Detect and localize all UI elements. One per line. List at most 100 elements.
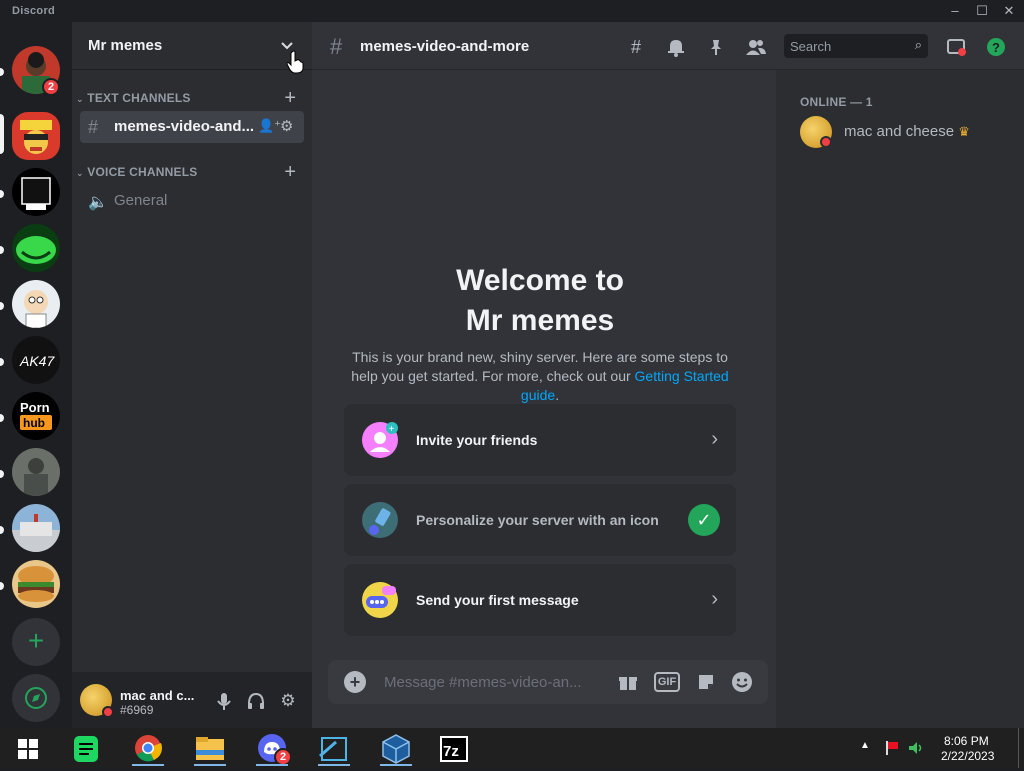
headphones-icon[interactable] [245, 690, 267, 712]
dnd-status-icon [820, 136, 832, 148]
member-name: mac and cheese [844, 123, 955, 140]
windows-start-icon[interactable] [8, 732, 48, 766]
chat-area: Welcome to Mr memes This is your brand n… [312, 22, 776, 728]
chevron-down-icon: ⌄ [76, 94, 84, 104]
unread-indicator [0, 302, 4, 310]
channel-memes-video-and-more[interactable]: # memes-video-and... 👤⁺ ⚙ [80, 111, 304, 143]
volume-icon[interactable] [907, 740, 925, 759]
create-channel-button[interactable]: + [284, 88, 296, 108]
show-hidden-icons-icon[interactable]: ▲ [860, 740, 870, 751]
unread-indicator [0, 582, 4, 590]
message-bubble-icon [362, 582, 398, 618]
speaker-icon: 🔈 [88, 194, 108, 211]
checkmark-icon: ✓ [688, 504, 720, 536]
user-panel: mac and c... #6969 ⚙ [72, 672, 312, 728]
active-server-indicator [0, 114, 4, 154]
user-settings-gear-icon[interactable]: ⚙ [277, 690, 299, 712]
channel-general[interactable]: 🔈 General [80, 185, 304, 217]
unread-indicator [0, 246, 4, 254]
user-tag: #6969 [120, 703, 154, 717]
gift-icon[interactable] [616, 670, 640, 694]
server-header[interactable]: Mr memes [72, 22, 312, 70]
docs-app-icon[interactable] [66, 732, 106, 766]
server-name: Mr memes [88, 37, 163, 54]
create-channel-button[interactable]: + [284, 162, 296, 182]
card-label: Personalize your server with an icon [416, 512, 659, 528]
hash-icon: # [330, 34, 343, 59]
channel-label: memes-video-and... [114, 118, 255, 135]
unread-indicator [0, 414, 4, 422]
microphone-icon[interactable] [213, 690, 235, 712]
remote-app-icon[interactable] [314, 732, 354, 766]
member-list-icon[interactable] [744, 35, 768, 59]
server-icon-9[interactable] [12, 504, 60, 552]
online-header: ONLINE — 1 [800, 95, 873, 109]
show-desktop-button[interactable] [1018, 728, 1024, 768]
upload-plus-icon[interactable]: + [344, 671, 366, 693]
server-icon-10[interactable] [12, 560, 60, 608]
send-first-message-card[interactable]: Send your first message › [344, 564, 736, 636]
svg-text:?: ? [992, 40, 1000, 55]
category-label: VOICE CHANNELS [87, 165, 198, 179]
explore-servers-icon[interactable] [12, 674, 60, 722]
chevron-down-icon: ⌄ [76, 168, 84, 178]
maximize-button[interactable]: ☐ [971, 2, 993, 20]
inbox-icon[interactable] [944, 35, 968, 59]
unread-indicator [0, 470, 4, 478]
svg-text:Porn: Porn [20, 400, 50, 415]
unread-indicator [0, 190, 4, 198]
flag-icon[interactable] [884, 740, 900, 759]
personalize-server-card[interactable]: Personalize your server with an icon ✓ [344, 484, 736, 556]
7zip-icon[interactable]: 7z [434, 732, 474, 766]
server-icon-7[interactable]: Porn hub [12, 392, 60, 440]
unread-indicator [0, 526, 4, 534]
channel-label: General [114, 192, 168, 209]
voice-channels-category[interactable]: ⌄ VOICE CHANNELS [76, 165, 197, 179]
member-item[interactable]: mac and cheese ♛ [844, 123, 970, 140]
sticker-icon[interactable] [694, 670, 718, 694]
pin-icon[interactable] [704, 35, 728, 59]
svg-text:+: + [389, 424, 395, 435]
clock-date[interactable]: 2/22/2023 [941, 749, 994, 763]
file-explorer-icon[interactable] [190, 732, 230, 766]
title-bar: Discord – ☐ ✕ [0, 0, 1024, 22]
bell-icon[interactable] [664, 35, 688, 59]
invite-icon[interactable]: 👤⁺ [258, 118, 281, 134]
discord-taskbar-icon[interactable]: 2 [252, 732, 292, 766]
server-icon-6[interactable]: AK47 [12, 336, 60, 384]
help-icon[interactable]: ? [984, 35, 1008, 59]
unread-indicator [0, 68, 4, 76]
dnd-status-icon [102, 706, 114, 718]
close-button[interactable]: ✕ [998, 2, 1020, 20]
hand-cursor-icon [286, 50, 304, 74]
member-list: ONLINE — 1 mac and cheese ♛ [776, 70, 1024, 728]
unread-indicator [0, 358, 4, 366]
server-icon-mr-memes[interactable] [12, 112, 60, 160]
invite-friends-card[interactable]: + Invite your friends › [344, 404, 736, 476]
chrome-icon[interactable] [128, 732, 168, 766]
welcome-title-line-1: Welcome to [456, 264, 624, 297]
minimize-button[interactable]: – [944, 2, 966, 20]
server-icon-8[interactable] [12, 448, 60, 496]
clock-time[interactable]: 8:06 PM [944, 734, 989, 748]
virtualbox-icon[interactable] [376, 732, 416, 766]
emoji-icon[interactable] [730, 670, 754, 694]
crown-icon: ♛ [958, 124, 970, 139]
text-channels-category[interactable]: ⌄ TEXT CHANNELS [76, 91, 191, 105]
message-composer: + GIF [328, 660, 768, 704]
welcome-description-end: . [555, 387, 560, 403]
server-icon-4[interactable] [12, 224, 60, 272]
welcome-title-line-2: Mr memes [465, 304, 615, 337]
search-box[interactable]: ⌕ [784, 34, 928, 58]
threads-icon[interactable]: # [624, 35, 648, 59]
add-server-icon[interactable]: + [12, 618, 60, 666]
message-input[interactable] [384, 672, 594, 692]
server-icon-6-text: AK47 [19, 353, 55, 369]
chevron-right-icon: › [711, 588, 718, 610]
gear-icon[interactable]: ⚙ [280, 117, 293, 135]
server-icon-3[interactable] [12, 168, 60, 216]
gif-button[interactable]: GIF [654, 672, 680, 692]
search-input[interactable] [790, 38, 900, 54]
windows-taskbar: 2 7z ▲ 8:06 PM 2/22/2023 [0, 728, 1024, 768]
server-icon-5[interactable] [12, 280, 60, 328]
